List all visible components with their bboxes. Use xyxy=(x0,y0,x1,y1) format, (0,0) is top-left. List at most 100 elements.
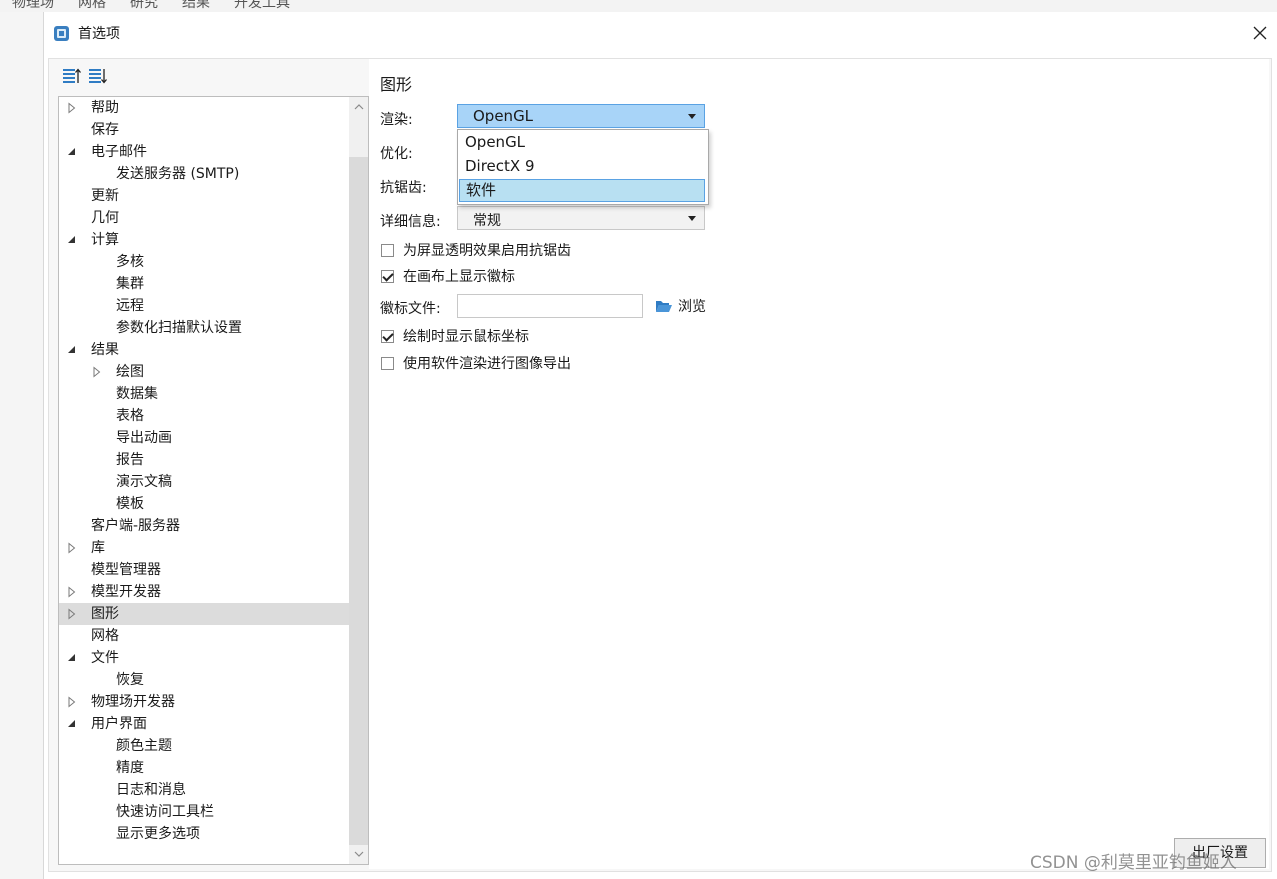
tree-item-label: 模板 xyxy=(116,496,144,512)
background-app-area xyxy=(0,12,43,879)
tree-item[interactable]: 发送服务器 (SMTP) xyxy=(59,163,349,185)
tree-item-label: 库 xyxy=(91,540,105,556)
tree-expanded-icon[interactable] xyxy=(66,146,78,158)
checkbox-show-mouse-coords[interactable]: 绘制时显示鼠标坐标 xyxy=(381,327,529,345)
tree-expanded-icon[interactable] xyxy=(66,718,78,730)
background-menu-item: 网格 xyxy=(78,0,106,11)
render-option-opengl[interactable]: OpenGL xyxy=(459,131,705,154)
preferences-dialog: 首选项 帮助 保存 电子邮件 发送服务器 (SMTP) 更新 几何 计算 多核 … xyxy=(43,12,1277,879)
scroll-thumb[interactable] xyxy=(349,157,368,845)
tree-item-label: 数据集 xyxy=(116,386,158,402)
tree-item[interactable]: 结果 xyxy=(59,339,349,361)
browse-button[interactable]: 浏览 xyxy=(655,296,706,316)
sort-descending-button[interactable] xyxy=(87,65,109,87)
checkbox-box xyxy=(381,329,394,343)
antialias-label: 抗锯齿: xyxy=(380,180,427,196)
dialog-title: 首选项 xyxy=(78,26,120,42)
tree-item[interactable]: 导出动画 xyxy=(59,427,349,449)
tree-expanded-icon[interactable] xyxy=(66,344,78,356)
render-option-directx9[interactable]: DirectX 9 xyxy=(459,155,705,178)
tree-item[interactable]: 计算 xyxy=(59,229,349,251)
scroll-down-button[interactable] xyxy=(349,845,368,864)
close-icon xyxy=(1253,26,1267,40)
optimize-label: 优化: xyxy=(380,146,413,162)
tree-expanded-icon[interactable] xyxy=(66,234,78,246)
checkbox-label: 为屏显透明效果启用抗锯齿 xyxy=(403,243,571,259)
render-option-software[interactable]: 软件 xyxy=(459,179,705,202)
tree-item[interactable]: 模板 xyxy=(59,493,349,515)
tree-item[interactable]: 参数化扫描默认设置 xyxy=(59,317,349,339)
dialog-titlebar: 首选项 xyxy=(44,12,1277,54)
tree-item[interactable]: 库 xyxy=(59,537,349,559)
render-label: 渲染: xyxy=(380,112,413,128)
folder-open-icon xyxy=(656,301,672,312)
tree-item[interactable]: 演示文稿 xyxy=(59,471,349,493)
detail-select[interactable]: 常规 xyxy=(457,206,705,230)
sort-ascending-button[interactable] xyxy=(61,65,83,87)
tree-item[interactable]: 多核 xyxy=(59,251,349,273)
tree-toolbar xyxy=(61,65,109,87)
tree-item-label: 物理场开发器 xyxy=(91,694,175,710)
checkbox-software-render-export[interactable]: 使用软件渲染进行图像导出 xyxy=(381,354,571,372)
checkbox-label: 使用软件渲染进行图像导出 xyxy=(403,356,571,372)
tree-item[interactable]: 图形 xyxy=(59,603,349,625)
tree-item[interactable]: 集群 xyxy=(59,273,349,295)
tree-item[interactable]: 更新 xyxy=(59,185,349,207)
tree-item[interactable]: 日志和消息 xyxy=(59,779,349,801)
tree-item[interactable]: 文件 xyxy=(59,647,349,669)
tree-collapsed-icon[interactable] xyxy=(91,366,103,378)
tree-item[interactable]: 远程 xyxy=(59,295,349,317)
tree-item[interactable]: 显示更多选项 xyxy=(59,823,349,845)
chevron-up-icon xyxy=(354,104,363,110)
watermark: CSDN @利莫里亚钓鱼姬人 xyxy=(1030,853,1237,873)
tree-expanded-icon[interactable] xyxy=(66,652,78,664)
tree-collapsed-icon[interactable] xyxy=(66,102,78,114)
tree-collapsed-icon[interactable] xyxy=(66,696,78,708)
tree-item-label: 电子邮件 xyxy=(91,144,147,160)
logo-file-label: 徽标文件: xyxy=(380,301,441,317)
tree-item[interactable]: 电子邮件 xyxy=(59,141,349,163)
chevron-down-icon xyxy=(354,851,363,857)
checkbox-transparency-antialias[interactable]: 为屏显透明效果启用抗锯齿 xyxy=(381,241,571,259)
tree-item[interactable]: 客户端-服务器 xyxy=(59,515,349,537)
tree-item[interactable]: 物理场开发器 xyxy=(59,691,349,713)
tree-item[interactable]: 保存 xyxy=(59,119,349,141)
tree-item[interactable]: 恢复 xyxy=(59,669,349,691)
tree-item[interactable]: 用户界面 xyxy=(59,713,349,735)
tree-item-label: 模型开发器 xyxy=(91,584,161,600)
render-select[interactable]: OpenGL xyxy=(457,104,705,128)
browse-label: 浏览 xyxy=(678,299,706,315)
tree-item-label: 快速访问工具栏 xyxy=(116,804,214,820)
tree-item[interactable]: 报告 xyxy=(59,449,349,471)
tree-item-label: 显示更多选项 xyxy=(116,826,200,842)
tree-item-label: 更新 xyxy=(91,188,119,204)
tree-item[interactable]: 精度 xyxy=(59,757,349,779)
tree-item[interactable]: 表格 xyxy=(59,405,349,427)
caret-down-icon xyxy=(688,216,696,221)
tree-item-label: 结果 xyxy=(91,342,119,358)
render-select-value: OpenGL xyxy=(473,107,534,125)
tree-item[interactable]: 帮助 xyxy=(59,97,349,119)
tree-item-label: 网格 xyxy=(91,628,119,644)
tree-item[interactable]: 几何 xyxy=(59,207,349,229)
scroll-up-button[interactable] xyxy=(349,97,368,116)
tree-item-label: 保存 xyxy=(91,122,119,138)
tree-item[interactable]: 模型开发器 xyxy=(59,581,349,603)
tree-scrollbar[interactable] xyxy=(349,97,368,864)
tree-collapsed-icon[interactable] xyxy=(66,608,78,620)
tree-item[interactable]: 快速访问工具栏 xyxy=(59,801,349,823)
tree-item[interactable]: 网格 xyxy=(59,625,349,647)
tree-item-label: 恢复 xyxy=(116,672,144,688)
checkbox-show-logo[interactable]: 在画布上显示徽标 xyxy=(381,267,515,285)
tree-item[interactable]: 绘图 xyxy=(59,361,349,383)
close-button[interactable] xyxy=(1248,21,1272,45)
tree-item[interactable]: 颜色主题 xyxy=(59,735,349,757)
logo-file-input[interactable] xyxy=(457,294,643,318)
background-menu-item: 结果 xyxy=(182,0,210,11)
tree-item[interactable]: 模型管理器 xyxy=(59,559,349,581)
tree-collapsed-icon[interactable] xyxy=(66,586,78,598)
tree-item-label: 远程 xyxy=(116,298,144,314)
tree-item[interactable]: 数据集 xyxy=(59,383,349,405)
sort-descending-icon xyxy=(89,69,107,84)
tree-collapsed-icon[interactable] xyxy=(66,542,78,554)
